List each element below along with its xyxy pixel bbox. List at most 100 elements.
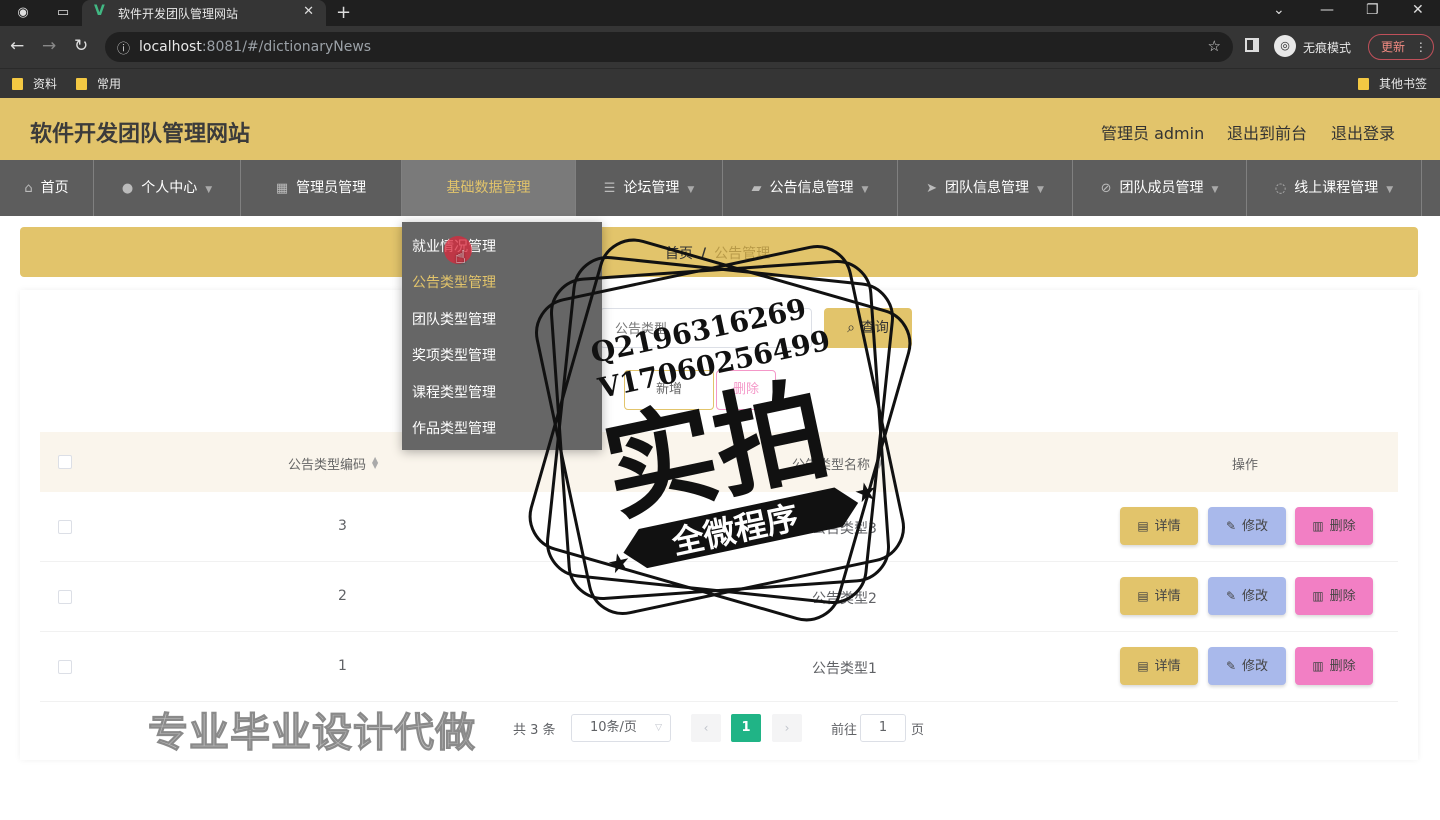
info-icon[interactable]: ⓘ [117, 38, 130, 57]
incognito-icon: ◎ [1274, 35, 1296, 57]
incognito-label: 无痕模式 [1303, 41, 1352, 55]
document-icon: ▤ [1137, 519, 1149, 533]
bookmark-folder-2[interactable]: 常用 [76, 75, 121, 92]
tab-title: 软件开发团队管理网站 [118, 7, 239, 21]
detail-button[interactable]: ▤ 详情 [1120, 577, 1198, 615]
admin-label: 管理员 admin [1101, 124, 1205, 143]
main-nav: ⌂ 首页 ● 个人中心 ▼ ▦ 管理员管理 基础数据管理 ☰ 论坛管理 ▼ ▰ 公告信息管理 ▼… [0, 160, 1440, 216]
sort-icon[interactable]: ▲ ▼ [372, 456, 378, 470]
briefcase-icon: ▰ [751, 181, 762, 196]
trash-icon: ▥ [1312, 659, 1324, 673]
nav-item-admin[interactable]: ▦ 管理员管理 [241, 160, 402, 216]
column-header-actions: 操作 [1232, 458, 1259, 473]
column-header-code[interactable]: 公告类型编码 ▲ ▼ [288, 454, 378, 474]
goto-page-input[interactable]: 1 [860, 714, 906, 742]
nav-item-forum[interactable]: ☰ 论坛管理 ▼ [576, 160, 723, 216]
slash-icon: ⊘ [1100, 181, 1112, 196]
site-title: 软件开发团队管理网站 [30, 122, 251, 147]
chevron-down-icon: ▼ [1036, 185, 1044, 195]
chevron-down-icon: ▽ [655, 723, 662, 733]
cell-name: 公告类型1 [812, 661, 877, 677]
folder-icon [1358, 78, 1369, 90]
document-icon: ▤ [1137, 589, 1149, 603]
url-text: localhost:8081/#/dictionaryNews [139, 39, 372, 55]
back-icon[interactable]: ← [10, 36, 24, 56]
delete-button[interactable]: ▥ 删除 [1295, 647, 1373, 685]
select-all-checkbox[interactable] [58, 455, 72, 469]
bookmark-star-icon[interactable]: ☆ [1208, 37, 1221, 55]
pencil-icon: ✎ [1225, 589, 1237, 603]
side-panel-icon[interactable] [1245, 38, 1259, 52]
pencil-icon: ✎ [1225, 519, 1237, 533]
close-tab-icon[interactable]: ✕ [303, 4, 314, 19]
row-checkbox[interactable] [58, 590, 72, 604]
edit-button[interactable]: ✎ 修改 [1208, 647, 1286, 685]
folder-icon [76, 78, 87, 90]
new-tab-icon[interactable]: + [336, 2, 351, 23]
hand-cursor-icon: ☝ [455, 247, 466, 268]
edit-button[interactable]: ✎ 修改 [1208, 577, 1286, 615]
page-suffix: 页 [911, 723, 925, 738]
cell-code: 3 [338, 518, 347, 534]
logout-link[interactable]: 退出登录 [1331, 120, 1395, 144]
trash-icon: ▥ [1312, 589, 1324, 603]
chevron-down-icon: ▼ [205, 185, 213, 195]
browser-tab-bar: ◉ ▭ V 软件开发团队管理网站 ✕ + ⌄ — ❐ ✕ [0, 0, 1440, 26]
bookmarks-bar: 资料 常用 其他书签 [0, 68, 1440, 98]
next-page-button[interactable]: › [772, 714, 802, 742]
reload-icon[interactable]: ↻ [74, 36, 88, 56]
bookmark-folder-1[interactable]: 资料 [12, 75, 57, 92]
url-input[interactable]: ⓘ localhost:8081/#/dictionaryNews ☆ [105, 32, 1233, 62]
row-checkbox[interactable] [58, 520, 72, 534]
dropdown-item-work-type[interactable]: 作品类型管理 [412, 418, 496, 438]
list-icon: ☰ [603, 181, 616, 196]
tab-strip-icon[interactable]: ▭ [52, 4, 74, 22]
home-icon: ⌂ [24, 181, 33, 196]
dropdown-item-notice-type[interactable]: 公告类型管理 [412, 272, 496, 292]
browser-tab-active[interactable]: V 软件开发团队管理网站 ✕ [82, 0, 326, 26]
admin-icon: ▦ [275, 181, 289, 196]
power-icon: ◌ [1274, 181, 1287, 196]
document-icon: ▤ [1137, 659, 1149, 673]
nav-item-members[interactable]: ⊘ 团队成员管理 ▼ [1073, 160, 1247, 216]
update-button[interactable]: 更新 ⋮ [1368, 34, 1434, 60]
nav-item-team[interactable]: ➤ 团队信息管理 ▼ [898, 160, 1073, 216]
dropdown-item-award-type[interactable]: 奖项类型管理 [412, 345, 496, 365]
trash-icon: ▥ [1312, 519, 1324, 533]
minimize-icon[interactable]: — [1320, 2, 1334, 18]
watermark-stamp: Q2196316269 V17060256499 实拍 全微程序 ★ ★ [528, 238, 912, 622]
close-window-icon[interactable]: ✕ [1412, 2, 1424, 18]
table-row: 1 公告类型1 ▤ 详情 ✎ 修改 ▥ 删除 [40, 632, 1398, 702]
nav-item-profile[interactable]: ● 个人中心 ▼ [94, 160, 241, 216]
page-number-current[interactable]: 1 [731, 714, 761, 742]
nav-item-notice[interactable]: ▰ 公告信息管理 ▼ [723, 160, 898, 216]
chevron-down-icon: ▼ [1386, 185, 1394, 195]
nav-item-courses[interactable]: ◌ 线上课程管理 ▼ [1247, 160, 1422, 216]
tab-search-icon[interactable]: ⌄ [1273, 2, 1285, 18]
row-checkbox[interactable] [58, 660, 72, 674]
cell-code: 1 [338, 658, 347, 674]
page-size-select[interactable]: 10条/页 ▽ [571, 714, 671, 742]
maximize-icon[interactable]: ❐ [1366, 2, 1379, 18]
user-icon: ● [121, 181, 134, 196]
pencil-icon: ✎ [1225, 659, 1237, 673]
dropdown-item-team-type[interactable]: 团队类型管理 [412, 309, 496, 329]
chevron-left-icon: ‹ [703, 721, 709, 735]
delete-button[interactable]: ▥ 删除 [1295, 577, 1373, 615]
pagination-total: 共 3 条 [513, 723, 556, 738]
nav-item-home[interactable]: ⌂ 首页 [0, 160, 94, 216]
chevron-down-icon: ▼ [687, 185, 695, 195]
other-bookmarks[interactable]: 其他书签 [1358, 75, 1427, 92]
exit-to-front-link[interactable]: 退出到前台 [1227, 120, 1307, 144]
globe-icon[interactable]: ◉ [12, 4, 34, 22]
watermark-bottom: 专业毕业设计代做 [148, 710, 476, 757]
send-icon: ➤ [926, 181, 937, 196]
edit-button[interactable]: ✎ 修改 [1208, 507, 1286, 545]
forward-icon[interactable]: → [42, 36, 56, 56]
nav-item-base-data[interactable]: 基础数据管理 [402, 160, 576, 216]
delete-button[interactable]: ▥ 删除 [1295, 507, 1373, 545]
dropdown-item-course-type[interactable]: 课程类型管理 [412, 382, 496, 402]
detail-button[interactable]: ▤ 详情 [1120, 507, 1198, 545]
prev-page-button[interactable]: ‹ [691, 714, 721, 742]
detail-button[interactable]: ▤ 详情 [1120, 647, 1198, 685]
